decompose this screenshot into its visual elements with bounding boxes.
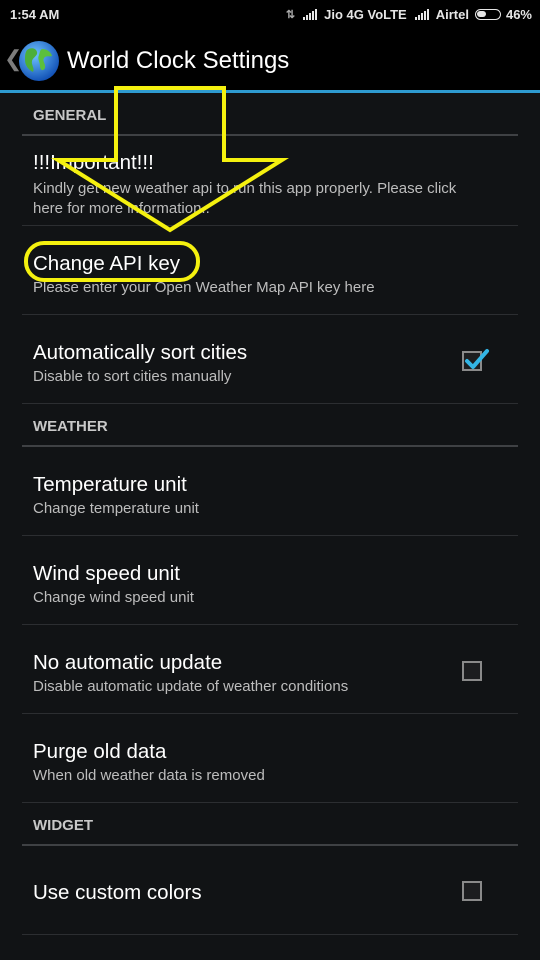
carrier-2: Airtel [435,7,469,22]
section-header-label: WIDGET [33,817,93,834]
pref-title: Purge old data [33,740,167,763]
pref-title: Use custom colors [33,881,202,904]
pref-summary: Change temperature unit [33,500,199,517]
pref-summary: Change wind speed unit [33,589,194,606]
status-time: 1:54 AM [10,7,60,22]
pref-title: !!!Important!!! [33,151,154,174]
pref-summary: When old weather data is removed [33,767,265,784]
battery-icon [474,9,501,20]
pref-wind-speed-unit[interactable]: Wind speed unit Change wind speed unit [22,536,518,625]
pref-purge-old-data[interactable]: Purge old data When old weather data is … [22,714,518,803]
pref-title: Automatically sort cities [33,341,248,364]
pref-change-api-key[interactable]: Change API key Please enter your Open We… [22,226,518,315]
status-bar: 1:54 AM ⇅ Jio 4G VoLTE Airtel 46% [0,0,540,30]
pref-summary: Kindly get new weather api to run this a… [33,180,457,217]
data-activity-icon: ⇅ [285,9,296,21]
section-header-widget: WIDGET [22,803,518,846]
section-header-weather: WEATHER [22,404,518,447]
globe-icon[interactable] [18,40,60,82]
pref-use-custom-colors[interactable]: Use custom colors [22,846,518,935]
pref-title: No automatic update [33,651,223,674]
settings-list: GENERAL !!!Important!!! Kindly get new w… [0,93,540,935]
pref-title: Change API key [33,252,181,275]
carrier-1: Jio 4G VoLTE [324,7,407,22]
section-header-label: GENERAL [33,107,107,124]
pref-summary: Disable automatic update of weather cond… [33,678,349,695]
signal-strength-icon [303,9,318,20]
pref-auto-sort-cities[interactable]: Automatically sort cities Disable to sor… [22,315,518,404]
pref-title: Wind speed unit [33,562,181,585]
action-bar: ❮ World Clock Settings [0,30,540,90]
pref-title: Temperature unit [33,473,187,496]
auto-sort-checkbox[interactable] [462,349,489,371]
custom-colors-checkbox[interactable] [462,881,482,901]
signal-strength-icon [414,9,430,20]
pref-temperature-unit[interactable]: Temperature unit Change temperature unit [22,447,518,536]
section-header-label: WEATHER [33,418,108,435]
status-icons: ⇅ Jio 4G VoLTE Airtel 46% [286,7,532,22]
section-header-general: GENERAL [22,93,518,136]
pref-no-automatic-update[interactable]: No automatic update Disable automatic up… [22,625,518,714]
pref-summary: Please enter your Open Weather Map API k… [33,279,375,296]
no-update-checkbox[interactable] [462,661,482,681]
pref-important-notice[interactable]: !!!Important!!! Kindly get new weather a… [22,136,518,226]
checkmark-icon [465,349,489,369]
page-title: World Clock Settings [67,47,290,74]
battery-percent: 46% [505,7,532,22]
pref-summary: Disable to sort cities manually [33,368,232,385]
